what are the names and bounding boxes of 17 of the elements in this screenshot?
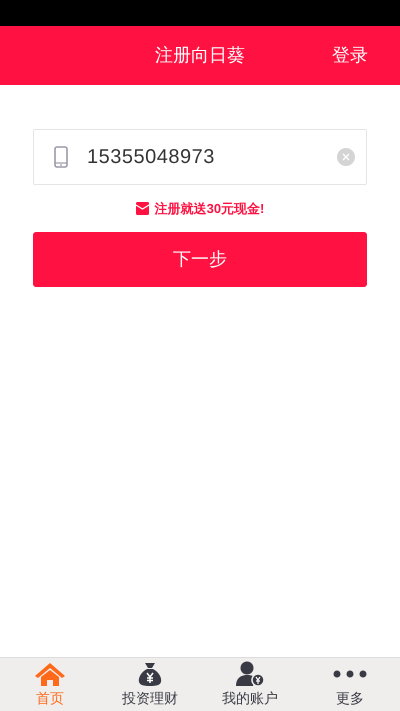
phone-icon — [54, 146, 68, 168]
tab-item[interactable]: 我的账户 — [200, 658, 300, 711]
next-button[interactable]: 下一步 — [33, 232, 367, 286]
tab-item[interactable]: 更多 — [300, 658, 400, 711]
home-icon — [34, 662, 66, 686]
phone-field[interactable]: 15355048973 — [33, 129, 367, 185]
money-bag-icon — [137, 662, 163, 686]
close-icon — [342, 153, 350, 161]
envelope-icon — [136, 202, 149, 216]
more-icon — [333, 670, 367, 678]
promo-text: 注册就送30元现金! — [154, 200, 264, 218]
phone-input-field[interactable]: 15355048973 — [87, 142, 337, 172]
clear-button[interactable] — [337, 148, 355, 166]
login-link[interactable]: 登录 — [332, 42, 368, 69]
user-coin-icon — [235, 661, 265, 687]
page-title: 注册向日葵 — [155, 44, 245, 67]
tab-item[interactable]: 投资理财 — [100, 658, 200, 711]
